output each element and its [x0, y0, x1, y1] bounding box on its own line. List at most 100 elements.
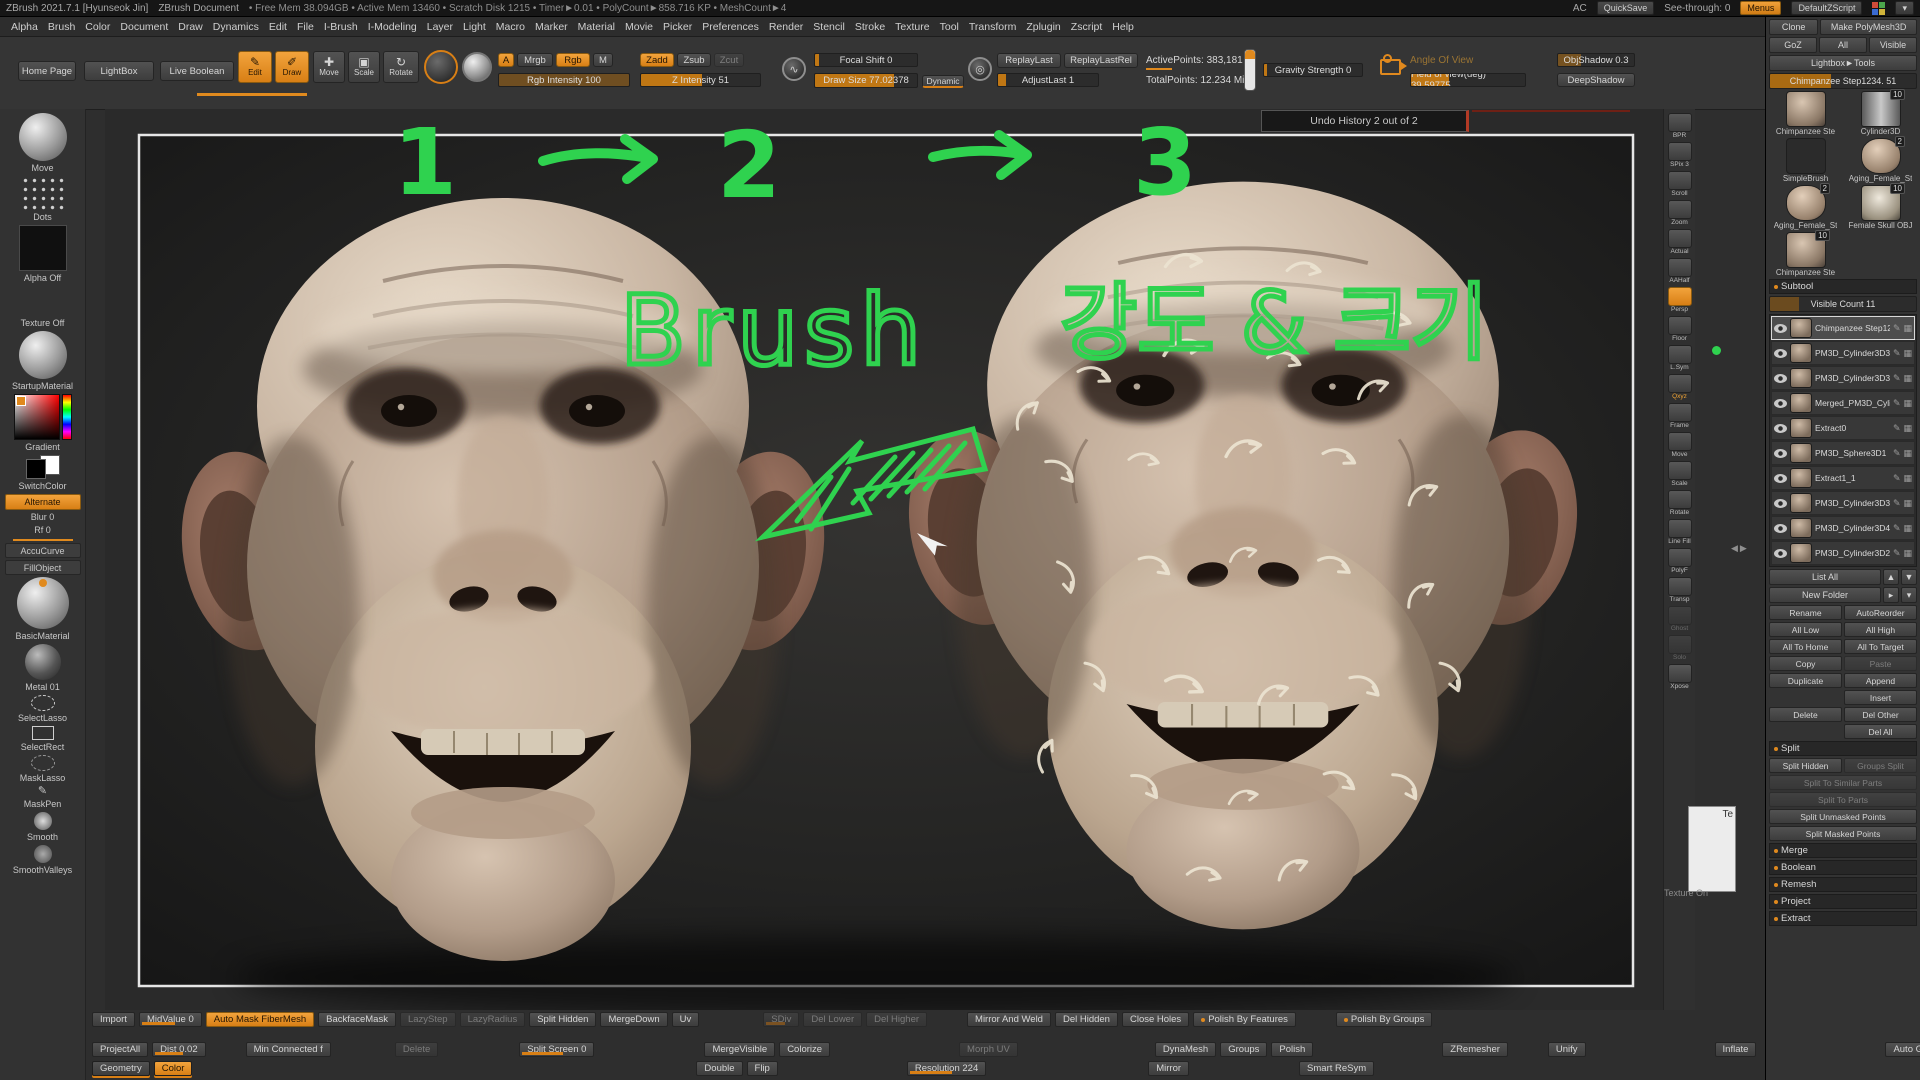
- paint-icon[interactable]: ✎: [1893, 448, 1901, 459]
- menu-item[interactable]: Edit: [264, 21, 292, 33]
- zsub-button[interactable]: Zsub: [677, 53, 711, 67]
- quick-pick-item[interactable]: 2 Aging_Female_St: [1844, 138, 1917, 183]
- menu-item[interactable]: Picker: [658, 21, 697, 33]
- paint-icon[interactable]: ✎: [1893, 423, 1901, 434]
- split-action-button[interactable]: Split Masked Points: [1769, 826, 1917, 841]
- visibility-eye-icon[interactable]: [1774, 474, 1787, 483]
- scroll-arrows-icon[interactable]: ◀▶: [1731, 543, 1749, 554]
- uv-icon[interactable]: ▦: [1903, 523, 1912, 534]
- color-picker[interactable]: [14, 394, 72, 440]
- shelf-button[interactable]: AAHalf: [1665, 258, 1695, 285]
- uv-icon[interactable]: ▦: [1903, 498, 1912, 509]
- bottom-button[interactable]: MidValue 0: [139, 1012, 202, 1027]
- paint-icon[interactable]: ✎: [1893, 498, 1901, 509]
- blur-slider[interactable]: Blur 0: [31, 512, 55, 523]
- bottom-button[interactable]: Del Lower: [803, 1012, 862, 1027]
- subtool-action-button[interactable]: All To Home: [1769, 639, 1842, 654]
- shelf-button[interactable]: Line Fill: [1665, 519, 1695, 546]
- uv-icon[interactable]: ▦: [1903, 548, 1912, 559]
- smooth-valleys-icon[interactable]: [34, 845, 52, 863]
- lightbox-tools-button[interactable]: Lightbox►Tools: [1769, 55, 1917, 71]
- visibility-eye-icon[interactable]: [1774, 324, 1787, 333]
- subtool-action-button[interactable]: Duplicate: [1769, 673, 1842, 688]
- rgb-button[interactable]: Rgb: [556, 53, 590, 67]
- shelf-button[interactable]: Zoom: [1665, 200, 1695, 227]
- subtool-action-button[interactable]: All High: [1844, 622, 1917, 637]
- bottom-button[interactable]: Inflate: [1715, 1042, 1757, 1057]
- shelf-button[interactable]: Persp: [1665, 287, 1695, 314]
- bottom-button[interactable]: Polish By Groups: [1336, 1012, 1432, 1027]
- stroke-type-icon[interactable]: ∿: [782, 57, 806, 81]
- replay-last-button[interactable]: ReplayLast: [997, 53, 1061, 68]
- menu-item[interactable]: Transform: [964, 21, 1021, 33]
- undo-history-track[interactable]: [1472, 110, 1630, 112]
- quick-pick-item[interactable]: Chimpanzee Ste: [1769, 91, 1842, 136]
- subtool-row[interactable]: PM3D_Sphere3D1 ✎ ▦: [1771, 441, 1915, 465]
- alternate-button[interactable]: Alternate: [5, 494, 81, 510]
- menu-item[interactable]: Document: [115, 21, 173, 33]
- bottom-button[interactable]: Flip: [747, 1061, 778, 1076]
- focal-shift-slider[interactable]: Focal Shift 0: [814, 53, 918, 67]
- quick-pick-item[interactable]: SimpleBrush: [1769, 138, 1842, 183]
- basic-material-icon[interactable]: [17, 577, 69, 629]
- see-through-slider[interactable]: See-through: 0: [1664, 3, 1730, 14]
- bottom-button[interactable]: LazyRadius: [460, 1012, 526, 1027]
- brush-preview-icon[interactable]: [424, 50, 458, 84]
- zcut-button[interactable]: Zcut: [714, 53, 744, 67]
- menu-item[interactable]: I-Brush: [319, 21, 363, 33]
- bottom-button[interactable]: Color: [154, 1061, 193, 1076]
- current-tool-icon[interactable]: [19, 113, 67, 161]
- subtool-row[interactable]: Extract1_1 ✎ ▦: [1771, 466, 1915, 490]
- visible-count-slider[interactable]: Visible Count 11: [1769, 296, 1917, 312]
- document-view[interactable]: 1 2 3 Brush 강도 & 크기: [105, 109, 1663, 1010]
- bottom-button[interactable]: Auto Mask FiberMesh: [206, 1012, 314, 1027]
- subtool-row[interactable]: PM3D_Cylinder3D2 ✎ ▦: [1771, 541, 1915, 565]
- replay-last-rel-button[interactable]: ReplayLastRel: [1064, 53, 1138, 68]
- split-action-button[interactable]: Groups Split: [1844, 758, 1917, 773]
- visibility-eye-icon[interactable]: [1774, 549, 1787, 558]
- menu-item[interactable]: Texture: [890, 21, 934, 33]
- menu-item[interactable]: Light: [458, 21, 491, 33]
- bottom-button[interactable]: Polish By Features: [1193, 1012, 1296, 1027]
- move-button[interactable]: ✚Move: [313, 51, 345, 83]
- bottom-button[interactable]: Polish: [1271, 1042, 1313, 1057]
- shelf-button[interactable]: Ghost: [1665, 606, 1695, 633]
- menu-item[interactable]: Movie: [620, 21, 658, 33]
- shelf-button[interactable]: Qxyz: [1665, 374, 1695, 401]
- menu-item[interactable]: Brush: [43, 21, 80, 33]
- bottom-button[interactable]: Min Connected f: [246, 1042, 331, 1057]
- paint-icon[interactable]: ✎: [1893, 348, 1901, 359]
- accucurve-button[interactable]: AccuCurve: [5, 543, 81, 558]
- bottom-button[interactable]: LazyStep: [400, 1012, 456, 1027]
- color-square[interactable]: [14, 394, 60, 440]
- visibility-eye-icon[interactable]: [1774, 399, 1787, 408]
- material-slot-icon[interactable]: [19, 331, 67, 379]
- shelf-button[interactable]: SPix 3: [1665, 142, 1695, 169]
- home-page-button[interactable]: Home Page: [18, 61, 76, 81]
- bottom-button[interactable]: Dist 0.02: [152, 1042, 206, 1057]
- obj-shadow-slider[interactable]: ObjShadow 0.3: [1557, 53, 1635, 67]
- scale-button[interactable]: ▣Scale: [348, 51, 380, 83]
- menu-item[interactable]: Material: [573, 21, 620, 33]
- uv-icon[interactable]: ▦: [1903, 423, 1912, 434]
- menu-item[interactable]: Alpha: [6, 21, 43, 33]
- rf-slider[interactable]: Rf 0: [34, 525, 51, 536]
- bottom-button[interactable]: Del Higher: [866, 1012, 927, 1027]
- bottom-button[interactable]: Uv: [672, 1012, 700, 1027]
- shelf-button[interactable]: BPR: [1665, 113, 1695, 140]
- menu-item[interactable]: Preferences: [697, 21, 764, 33]
- visibility-eye-icon[interactable]: [1774, 449, 1787, 458]
- paint-icon[interactable]: ✎: [1893, 548, 1901, 559]
- paint-icon[interactable]: ✎: [1893, 398, 1901, 409]
- subtool-action-button[interactable]: All Low: [1769, 622, 1842, 637]
- quick-pick-item[interactable]: 10 Cylinder3D: [1844, 91, 1917, 136]
- current-tool-slider[interactable]: Chimpanzee Step1234. 51: [1769, 73, 1917, 89]
- z-intensity-slider[interactable]: Z Intensity 51: [640, 73, 761, 87]
- shelf-button[interactable]: Rotate: [1665, 490, 1695, 517]
- paint-icon[interactable]: ✎: [1893, 323, 1901, 334]
- fov-slider[interactable]: Field of view(deg) 39.59775: [1410, 73, 1526, 87]
- draw-button[interactable]: ✐Draw: [275, 51, 309, 83]
- goz-visible-button[interactable]: Visible: [1869, 37, 1917, 53]
- bottom-button[interactable]: Geometry: [92, 1061, 150, 1076]
- new-folder-button[interactable]: New Folder: [1769, 587, 1881, 603]
